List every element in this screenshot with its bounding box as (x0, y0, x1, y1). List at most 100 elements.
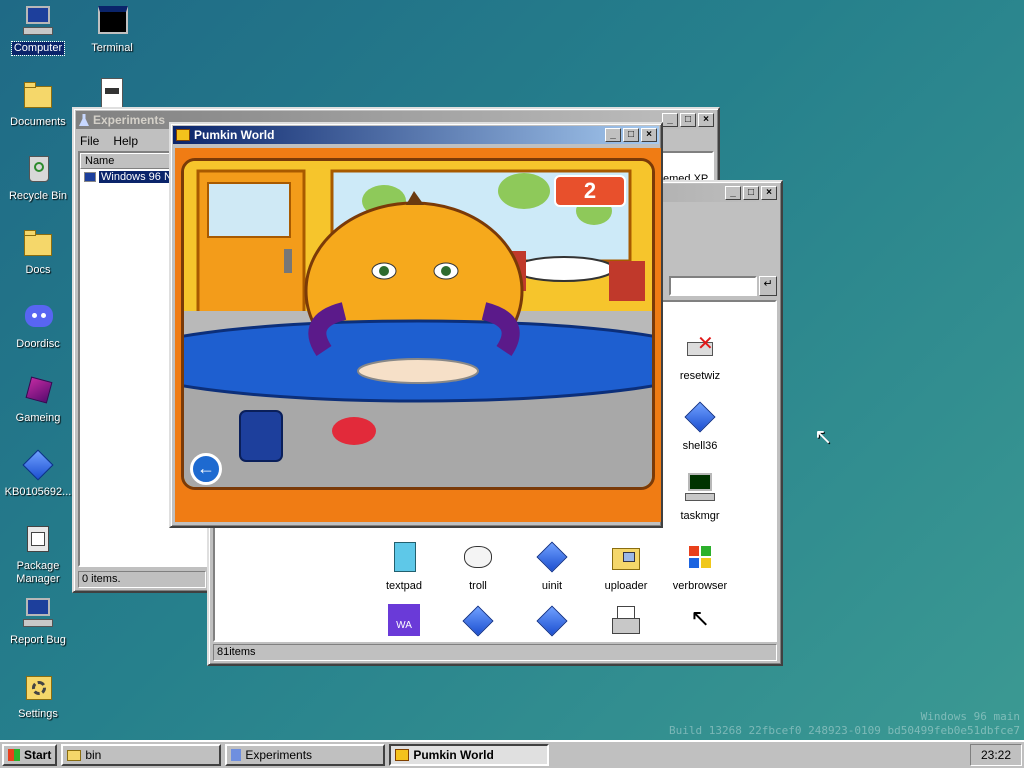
address-input[interactable] (669, 276, 757, 296)
menu-file[interactable]: File (80, 134, 99, 148)
pumkin-titlebar[interactable]: Pumkin World _ □ × (173, 126, 659, 144)
game-scene[interactable]: 2 ← (181, 158, 655, 490)
desktop-icon-docs[interactable]: Docs (1, 226, 75, 277)
task-pumkin-world[interactable]: Pumkin World (389, 744, 550, 766)
desktop-icon-label: Recycle Bin (8, 190, 68, 202)
file-wa[interactable]: WA (367, 604, 441, 640)
windows-logo-icon (8, 749, 20, 761)
pumkin-window[interactable]: Pumkin World _ □ × 2 ← (169, 122, 663, 528)
file-printer[interactable] (589, 604, 663, 640)
flask-icon (231, 749, 242, 761)
desktop-icon-label: Documents (10, 116, 66, 128)
go-button[interactable]: ↵ (759, 276, 777, 296)
maximize-button[interactable]: □ (743, 186, 759, 200)
close-button[interactable]: × (641, 128, 657, 142)
desktop-icon-label: Docs (25, 264, 51, 276)
arrow-left-icon: ← (197, 458, 215, 478)
flask-icon (79, 114, 89, 126)
desktop-icon-recycle-bin[interactable]: Recycle Bin (1, 152, 75, 203)
desktop-icon-label: Report Bug (10, 634, 66, 646)
file-uinit[interactable]: uinit (515, 540, 589, 592)
diamond-icon (535, 540, 569, 574)
file-taskmgr[interactable]: taskmgr (663, 470, 737, 522)
close-button[interactable]: × (761, 186, 777, 200)
desktop-icon-report-bug[interactable]: Report Bug (1, 596, 75, 647)
computer-icon (84, 172, 96, 182)
minimize-button[interactable]: _ (605, 128, 621, 142)
desktop-icon-kb0105692[interactable]: KB0105692... (1, 448, 75, 499)
list-item-label: Windows 96 N (99, 171, 174, 183)
desktop-icon-documents[interactable]: Documents (1, 78, 75, 129)
pumpkin-app-icon (176, 129, 190, 141)
task-bin[interactable]: bin (61, 744, 222, 766)
diamond-icon (535, 604, 569, 638)
desktop-icon-terminal[interactable]: Terminal (75, 4, 149, 55)
file-label: uploader (604, 580, 648, 592)
file-verbrowser[interactable]: verbrowser (663, 540, 737, 592)
folder-icon (67, 749, 82, 761)
notepad-icon (387, 540, 421, 574)
desktop-icon-gameing[interactable]: Gameing (1, 374, 75, 425)
file-diamond-b[interactable] (515, 604, 589, 640)
package-icon (21, 522, 55, 556)
windows-logo-icon (683, 540, 717, 574)
monitor-icon (21, 596, 55, 630)
folder-icon (21, 78, 55, 112)
file-label: shell36 (682, 440, 718, 452)
file-label: verbrowser (672, 580, 728, 592)
window-title: Pumkin World (194, 128, 275, 142)
desktop-icon-settings[interactable]: Settings (1, 670, 75, 721)
file-icon (95, 76, 129, 110)
file-label: uinit (541, 580, 563, 592)
uploader-icon (609, 540, 643, 574)
menu-help[interactable]: Help (113, 134, 138, 148)
start-button[interactable]: Start (2, 744, 58, 766)
diamond-icon (461, 604, 495, 638)
desktop-icon-label: Gameing (15, 412, 61, 424)
file-diamond-a[interactable] (441, 604, 515, 640)
file-label: taskmgr (680, 510, 720, 522)
file-cursor[interactable]: ↖ (663, 604, 737, 640)
maximize-button[interactable]: □ (680, 113, 696, 127)
taskmgr-icon (683, 470, 717, 504)
task-label: Pumkin World (413, 748, 494, 762)
reset-icon: ✕ (683, 330, 717, 364)
pumpkin-app-icon (395, 749, 410, 761)
desktop-icon-label: Package Manager (16, 560, 60, 585)
desktop-icon-doordisc[interactable]: Doordisc (1, 300, 75, 351)
desktop-icon-label: Computer (10, 41, 66, 56)
file-troll[interactable]: troll (441, 540, 515, 592)
file-shell36[interactable]: shell36 (663, 400, 737, 452)
file-resetwiz[interactable]: ✕ resetwiz (663, 330, 737, 382)
desktop-icon-label: KB0105692... (4, 486, 72, 498)
close-button[interactable]: × (698, 113, 714, 127)
taskbar: Start bin Experiments Pumkin World 23:22 (0, 740, 1024, 768)
game-canvas[interactable]: 2 ← (175, 148, 661, 522)
desktop-icon-label: Doordisc (16, 338, 60, 350)
system-clock[interactable]: 23:22 (969, 744, 1022, 766)
minimize-button[interactable]: _ (725, 186, 741, 200)
minimize-button[interactable]: _ (662, 113, 678, 127)
task-label: bin (85, 748, 102, 762)
file-textpad[interactable]: textpad (367, 540, 441, 592)
back-arrow-button[interactable]: ← (190, 453, 222, 485)
score-counter: 2 (554, 175, 626, 207)
terminal-icon (95, 4, 129, 38)
watermark-line: Build 13268 22fbcef0 248923-0109 bd50499… (669, 724, 1020, 737)
file-label: textpad (385, 580, 423, 592)
diamond-icon (683, 400, 717, 434)
status-bar: 0 items. (78, 571, 206, 588)
desktop-icon-package-manager[interactable]: Package Manager (1, 522, 75, 586)
computer-icon (21, 4, 55, 38)
file-uploader[interactable]: uploader (589, 540, 663, 592)
desktop-icon-computer[interactable]: Computer (1, 4, 75, 56)
cube-icon (21, 374, 55, 408)
task-experiments[interactable]: Experiments (225, 744, 386, 766)
discord-icon (21, 300, 55, 334)
file-label: resetwiz (679, 370, 721, 382)
cursor-icon: ↖ (689, 605, 711, 632)
diamond-icon (21, 448, 55, 482)
maximize-button[interactable]: □ (623, 128, 639, 142)
build-watermark: Windows 96 main Build 13268 22fbcef0 248… (669, 710, 1020, 738)
printer-icon (609, 604, 643, 638)
